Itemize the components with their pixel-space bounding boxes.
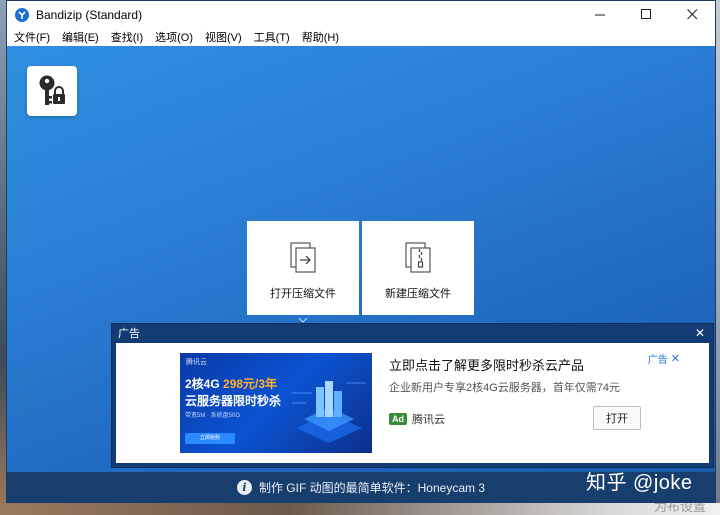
close-icon xyxy=(686,9,697,20)
ad-label-text: 广告 xyxy=(647,355,668,366)
desktop-background-bottom xyxy=(0,503,720,515)
ad-banner-line3: 带宽5M · 系统盘50G xyxy=(185,413,241,419)
server-illustration xyxy=(292,381,366,443)
ad-banner-line1: 2核4G 298元/3年 xyxy=(185,375,277,392)
open-archive-label: 打开压缩文件 xyxy=(270,288,336,300)
menu-view[interactable]: 视图(V) xyxy=(205,29,242,45)
maximize-button[interactable] xyxy=(623,1,669,28)
ad-headline[interactable]: 立即点击了解更多限时秒杀云产品 xyxy=(389,355,584,374)
ad-advertiser-name: 腾讯云 xyxy=(412,414,445,426)
ad-badge: Ad xyxy=(389,413,407,425)
bandizip-app-icon xyxy=(15,7,29,22)
menu-file[interactable]: 文件(F) xyxy=(14,29,50,45)
ad-choices-label[interactable]: 广告 ✕ xyxy=(648,351,680,366)
close-button[interactable] xyxy=(669,1,715,28)
ad-description: 企业新用户专享2核4G云服务器，首年仅需74元 xyxy=(389,382,621,394)
open-archive-button[interactable]: 打开压缩文件 xyxy=(247,221,359,315)
menu-help[interactable]: 帮助(H) xyxy=(302,29,339,45)
menu-tools[interactable]: 工具(T) xyxy=(254,29,290,45)
ad-panel: 广告 ✕ 腾讯云 2核4G 298元/3年 云服务器限时秒杀 带宽5M · 系统… xyxy=(111,323,714,468)
ad-banner-spec: 2核4G xyxy=(185,377,224,391)
menu-bar: 文件(F) 编辑(E) 查找(I) 选项(O) 视图(V) 工具(T) 帮助(H… xyxy=(7,28,715,46)
ad-banner-price: 298元/3年 xyxy=(223,377,278,391)
ad-close-button[interactable]: ✕ xyxy=(695,326,705,340)
new-archive-label: 新建压缩文件 xyxy=(385,288,451,300)
zhihu-watermark: 知乎 @joke xyxy=(586,472,693,494)
title-bar[interactable]: Bandizip (Standard) xyxy=(7,1,715,28)
open-archive-icon xyxy=(288,241,318,275)
ad-header: 广告 ✕ xyxy=(112,324,713,342)
ad-advertiser: Ad 腾讯云 xyxy=(389,411,445,427)
menu-find[interactable]: 查找(I) xyxy=(111,29,143,45)
menu-options[interactable]: 选项(O) xyxy=(155,29,193,45)
window-title: Bandizip (Standard) xyxy=(36,7,143,22)
ad-header-title: 广告 xyxy=(118,328,140,340)
maximize-icon xyxy=(640,9,651,19)
ad-banner-image[interactable]: 腾讯云 2核4G 298元/3年 云服务器限时秒杀 带宽5M · 系统盘50G … xyxy=(180,353,372,453)
new-archive-button[interactable]: 新建压缩文件 xyxy=(362,221,474,315)
key-lock-icon xyxy=(39,75,65,105)
main-area: 打开压缩文件 新建压缩文件 广告 ✕ 腾讯云 2核4G 298元/3年 云服务器… xyxy=(7,46,715,472)
menu-edit[interactable]: 编辑(E) xyxy=(62,29,99,45)
ad-content[interactable]: 腾讯云 2核4G 298元/3年 云服务器限时秒杀 带宽5M · 系统盘50G … xyxy=(116,343,709,463)
window-controls xyxy=(577,1,715,28)
bandizip-window: Bandizip (Standard) 文件(F) 编辑(E) 查找(I) 选项… xyxy=(6,0,716,503)
ad-banner-brand: 腾讯云 xyxy=(186,359,207,366)
status-promo-text[interactable]: 制作 GIF 动图的最简单软件：Honeycam 3 xyxy=(259,479,485,496)
minimize-button[interactable] xyxy=(577,1,623,28)
ad-open-button[interactable]: 打开 xyxy=(593,406,641,430)
info-icon: i xyxy=(236,480,252,495)
ad-label-close-icon: ✕ xyxy=(670,353,680,365)
new-archive-icon xyxy=(403,241,433,275)
minimize-icon xyxy=(594,14,605,16)
ad-banner-line2: 云服务器限时秒杀 xyxy=(185,394,282,408)
ad-banner-cta: 立即抢购 xyxy=(185,433,235,444)
password-manager-button[interactable] xyxy=(27,66,77,116)
